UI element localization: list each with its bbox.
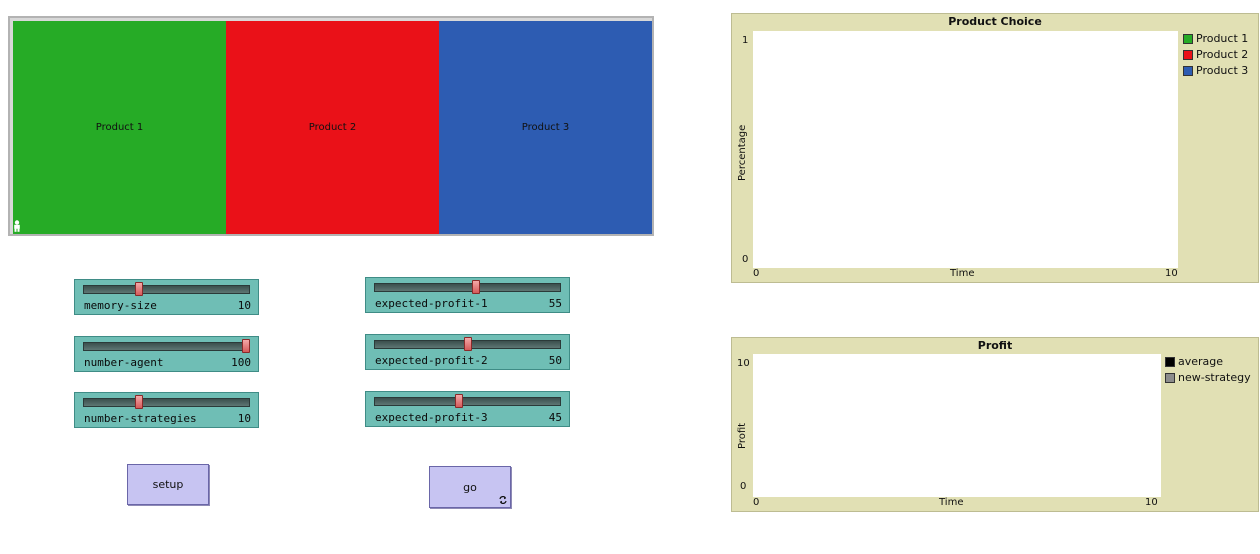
plot-title: Product Choice bbox=[948, 15, 1042, 28]
slider-label: memory-size bbox=[84, 299, 157, 312]
slider-knob[interactable] bbox=[472, 280, 481, 294]
x-max-tick: 10 bbox=[1145, 497, 1158, 508]
product-2-region: Product 2 bbox=[226, 21, 439, 234]
slider-knob[interactable] bbox=[463, 337, 472, 351]
slider-knob[interactable] bbox=[454, 394, 463, 408]
legend-swatch bbox=[1183, 33, 1193, 44]
slider-value: 50 bbox=[548, 354, 562, 367]
product-1-label: Product 1 bbox=[95, 122, 144, 133]
slider-knob[interactable] bbox=[135, 282, 144, 296]
slider-label: number-strategies bbox=[84, 412, 197, 425]
go-button[interactable]: go bbox=[429, 466, 511, 508]
plot-title: Profit bbox=[977, 339, 1013, 352]
slider-value: 10 bbox=[237, 412, 251, 425]
product-3-label: Product 3 bbox=[521, 122, 570, 133]
legend-item: Product 3 bbox=[1183, 64, 1248, 77]
legend-item: new-strategy bbox=[1165, 371, 1251, 384]
world-view[interactable]: Product 1 Product 2 Product 3 bbox=[8, 16, 654, 236]
slider-label: expected-profit-1 bbox=[375, 297, 488, 310]
x-max-tick: 10 bbox=[1165, 268, 1178, 279]
y-max-tick: 1 bbox=[742, 35, 749, 46]
slider-track[interactable] bbox=[83, 398, 250, 407]
legend-item: average bbox=[1165, 355, 1223, 368]
expected-profit-2-slider[interactable]: expected-profit-2 50 bbox=[365, 334, 570, 370]
y-min-tick: 0 bbox=[740, 481, 747, 492]
y-axis-label: Percentage bbox=[737, 124, 748, 181]
legend-swatch bbox=[1165, 356, 1175, 367]
legend-swatch bbox=[1183, 65, 1193, 76]
legend-item: Product 2 bbox=[1183, 48, 1248, 61]
setup-button[interactable]: setup bbox=[127, 464, 209, 505]
slider-label: expected-profit-2 bbox=[375, 354, 488, 367]
slider-value: 10 bbox=[237, 299, 251, 312]
legend-swatch bbox=[1165, 372, 1175, 383]
slider-knob[interactable] bbox=[242, 339, 250, 353]
go-button-label: go bbox=[463, 480, 477, 494]
product-choice-plot: Product Choice 1 0 Percentage 0 10 Time … bbox=[731, 13, 1259, 283]
memory-size-slider[interactable]: memory-size 10 bbox=[74, 279, 259, 315]
slider-label: expected-profit-3 bbox=[375, 411, 488, 424]
x-min-tick: 0 bbox=[753, 268, 760, 279]
y-axis-label: Profit bbox=[737, 422, 748, 449]
product-3-region: Product 3 bbox=[439, 21, 652, 234]
legend-label: Product 3 bbox=[1196, 64, 1249, 77]
y-min-tick: 0 bbox=[742, 254, 749, 265]
x-min-tick: 0 bbox=[753, 497, 760, 508]
slider-value: 100 bbox=[231, 356, 251, 369]
slider-track[interactable] bbox=[83, 285, 250, 294]
slider-value: 45 bbox=[548, 411, 562, 424]
y-max-tick: 10 bbox=[737, 358, 750, 369]
number-agent-slider[interactable]: number-agent 100 bbox=[74, 336, 259, 372]
plot-canvas bbox=[753, 354, 1161, 497]
profit-plot: Profit 10 0 Profit 0 10 Time average new… bbox=[731, 337, 1259, 512]
number-strategies-slider[interactable]: number-strategies 10 bbox=[74, 392, 259, 428]
x-axis-label: Time bbox=[950, 268, 975, 279]
slider-track[interactable] bbox=[374, 283, 561, 292]
slider-value: 55 bbox=[548, 297, 562, 310]
setup-button-label: setup bbox=[152, 478, 184, 491]
legend-label: Product 1 bbox=[1196, 32, 1249, 45]
legend-label: new-strategy bbox=[1178, 371, 1251, 384]
x-axis-label: Time bbox=[939, 497, 964, 508]
legend-swatch bbox=[1183, 49, 1193, 60]
legend-label: Product 2 bbox=[1196, 48, 1249, 61]
expected-profit-1-slider[interactable]: expected-profit-1 55 bbox=[365, 277, 570, 313]
forever-arrows-icon bbox=[499, 496, 507, 504]
slider-track[interactable] bbox=[83, 342, 250, 351]
plot-canvas bbox=[753, 31, 1178, 268]
legend-item: Product 1 bbox=[1183, 32, 1248, 45]
agent-person-icon bbox=[14, 220, 20, 232]
slider-label: number-agent bbox=[84, 356, 164, 369]
slider-knob[interactable] bbox=[135, 395, 144, 409]
slider-track[interactable] bbox=[374, 397, 561, 406]
product-2-label: Product 2 bbox=[308, 122, 357, 133]
legend-label: average bbox=[1178, 355, 1224, 368]
expected-profit-3-slider[interactable]: expected-profit-3 45 bbox=[365, 391, 570, 427]
product-1-region: Product 1 bbox=[13, 21, 226, 234]
